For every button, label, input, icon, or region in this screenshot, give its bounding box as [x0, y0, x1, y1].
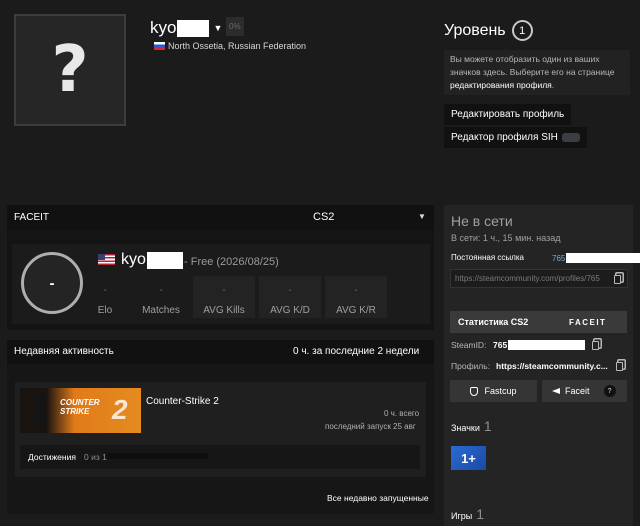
- fastcup-label: Fastcup: [484, 386, 517, 396]
- stat-label: Elo: [97, 305, 113, 316]
- russia-flag-icon: [154, 42, 165, 50]
- game-total-hours: 0 ч. всего: [384, 409, 420, 418]
- faceit-arrow-icon: [552, 388, 560, 394]
- chevron-down-icon[interactable]: ▼: [418, 212, 426, 221]
- username[interactable]: kyo ▼: [150, 18, 222, 38]
- stat-matches: - Matches: [133, 276, 189, 318]
- level-desc-end: .: [551, 80, 555, 90]
- level-title: Уровень: [444, 21, 506, 39]
- steamid-value-text: 765: [493, 340, 508, 350]
- badges-header[interactable]: Значки 1: [451, 418, 492, 434]
- games-count: 1: [476, 506, 485, 522]
- online-status: Не в сети: [451, 213, 513, 229]
- capsule-logo-text: COUNTER STRIKE: [60, 398, 100, 416]
- stat-value: -: [159, 285, 163, 296]
- games-header[interactable]: Игры 1: [451, 506, 484, 522]
- all-recent-games-link[interactable]: Все недавно запущенные: [327, 493, 429, 503]
- years-of-service-badge[interactable]: 1+: [451, 446, 486, 470]
- edit-profile-button[interactable]: Редактировать профиль: [444, 104, 572, 125]
- games-label: Игры: [451, 511, 473, 521]
- recent-activity-hours: 0 ч. за последние 2 недели: [293, 346, 420, 357]
- stat-value: -: [288, 285, 292, 296]
- achievements-label: Достижения: [28, 452, 76, 462]
- redaction-bar: [566, 253, 640, 263]
- copy-icon[interactable]: [614, 275, 621, 284]
- badges-count: 1: [483, 418, 492, 434]
- elo-level-ring: -: [21, 252, 83, 314]
- capsule-logo-number: 2: [112, 394, 128, 425]
- shield-icon: [470, 386, 479, 396]
- profile-url-label: Профиль:: [451, 361, 491, 371]
- stat-value: -: [222, 285, 226, 296]
- capsule-line2: STRIKE: [60, 407, 90, 416]
- faceit-logo: FACEIT: [569, 318, 607, 327]
- faceit-player-name-text: kyo: [121, 251, 146, 268]
- game-capsule-image[interactable]: COUNTER STRIKE 2: [20, 388, 141, 433]
- sih-button-label: Редактор профиля SIH: [451, 132, 558, 143]
- stat-avg-kr: - AVG K/R: [325, 276, 387, 318]
- faceit-player-name[interactable]: kyo: [121, 251, 183, 269]
- percent-badge: 0%: [226, 17, 244, 36]
- stat-avg-kd: - AVG K/D: [259, 276, 321, 318]
- badges-label: Значки: [451, 423, 480, 433]
- achievements-count: 0 из 1: [84, 452, 107, 462]
- faceit-label: Faceit: [565, 386, 590, 396]
- usa-flag-icon: [98, 254, 115, 265]
- permalink-label: Постоянная ссылка: [451, 253, 524, 262]
- avatar[interactable]: ?: [14, 14, 126, 126]
- stat-label: Matches: [142, 305, 180, 316]
- permalink-id-text: 765: [552, 253, 566, 263]
- location: North Ossetia, Russian Federation: [154, 41, 306, 51]
- profile-url-value: https://steamcommunity.c...: [496, 361, 608, 371]
- recent-activity-title: Недавняя активность: [14, 346, 114, 357]
- sih-toggle-icon: [561, 133, 580, 142]
- stat-label: AVG Kills: [203, 305, 245, 316]
- faceit-game-select[interactable]: CS2: [313, 211, 334, 223]
- achievements-row[interactable]: [20, 445, 420, 469]
- redaction-bar: [508, 340, 586, 350]
- stat-elo: - Elo: [90, 276, 120, 318]
- stat-label: AVG K/R: [336, 305, 376, 316]
- edit-profile-link[interactable]: редактирования профиля: [450, 80, 552, 90]
- location-text: North Ossetia, Russian Federation: [168, 41, 307, 51]
- steamid-label: SteamID:: [451, 340, 487, 350]
- stat-label: AVG K/D: [270, 305, 310, 316]
- avatar-placeholder-glyph: ?: [51, 33, 89, 107]
- last-online: В сети: 1 ч., 15 мин. назад: [451, 233, 561, 243]
- game-name-link[interactable]: Counter-Strike 2: [146, 396, 219, 407]
- steamid-value: 765: [493, 340, 586, 350]
- game-last-played: последний запуск 25 авг: [325, 422, 416, 431]
- level-header: Уровень 1: [444, 20, 533, 41]
- redaction-bar: [146, 251, 183, 269]
- permalink-url-field[interactable]: https://steamcommunity.com/profiles/765: [450, 269, 628, 288]
- copy-icon[interactable]: [592, 341, 599, 350]
- help-icon[interactable]: ?: [603, 385, 616, 397]
- faceit-button[interactable]: Faceit ?: [542, 380, 627, 402]
- level-badge: 1: [511, 20, 533, 41]
- redaction-bar: [177, 19, 210, 37]
- stat-value: -: [354, 285, 358, 296]
- username-text: kyo: [150, 18, 177, 37]
- stat-value: -: [103, 285, 107, 296]
- copy-icon[interactable]: [616, 362, 623, 371]
- level-description: Вы можете отобразить один из ваших значк…: [444, 50, 630, 95]
- soldier-silhouette: [34, 393, 46, 427]
- faceit-subscription: - Free (2026/08/25): [184, 256, 279, 268]
- level-desc-text: Вы можете отобразить один из ваших значк…: [450, 54, 615, 77]
- faceit-label: FACEIT: [14, 212, 50, 223]
- permalink-id[interactable]: 765: [552, 253, 640, 263]
- stat-avg-kills: - AVG Kills: [193, 276, 255, 318]
- chevron-down-icon[interactable]: ▼: [213, 23, 222, 33]
- faceit-header: [7, 205, 434, 230]
- capsule-line1: COUNTER: [60, 398, 100, 407]
- achievements-progress-bar: [106, 453, 209, 459]
- fastcup-button[interactable]: Fastcup: [450, 380, 537, 402]
- cs2-stats-title: Статистика CS2: [458, 317, 529, 327]
- sih-profile-editor-button[interactable]: Редактор профиля SIH: [444, 127, 587, 148]
